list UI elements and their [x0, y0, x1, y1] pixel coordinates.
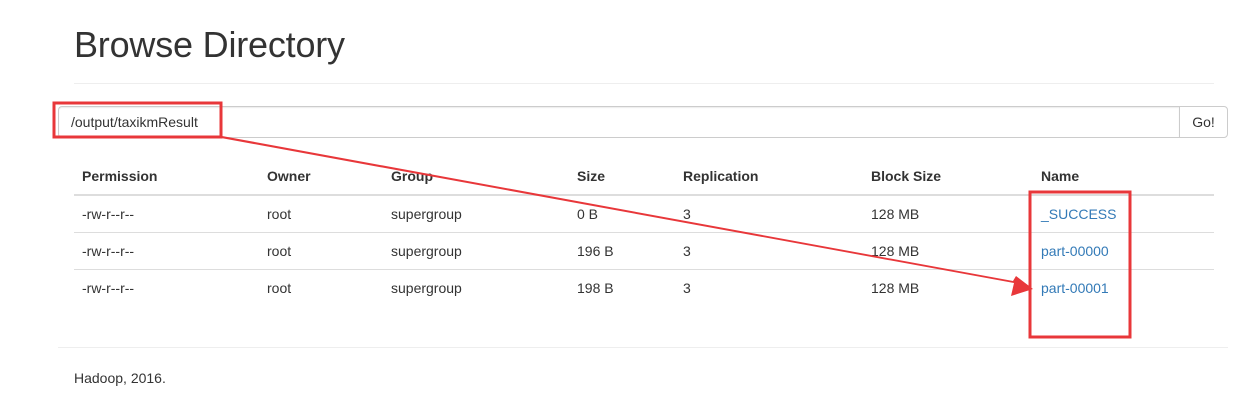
column-header-name[interactable]: Name	[1033, 158, 1214, 196]
cell-group: supergroup	[383, 232, 569, 270]
footer-divider	[58, 347, 1228, 348]
cell-size: 0 B	[577, 206, 599, 222]
path-input[interactable]	[58, 106, 1179, 138]
file-link[interactable]: part-00000	[1041, 243, 1109, 259]
cell-block-size: 128 MB	[871, 206, 920, 222]
title-divider	[74, 83, 1214, 84]
column-header-block-size[interactable]: Block Size	[863, 158, 1033, 196]
cell-replication: 3	[683, 206, 691, 222]
cell-name: _SUCCESS	[1033, 195, 1214, 233]
cell-block-size: 128 MB	[863, 232, 1033, 270]
cell-owner: root	[259, 269, 383, 306]
table-row: -rw-r--r-- root supergroup 198 B 3 128 M…	[74, 269, 1214, 306]
cell-replication: 3	[675, 269, 863, 306]
column-header-group[interactable]: Group	[383, 158, 569, 196]
file-link[interactable]: _SUCCESS	[1041, 206, 1116, 222]
cell-name: part-00000	[1033, 232, 1214, 270]
path-bar: Go!	[58, 106, 1228, 138]
footer-text: Hadoop, 2016.	[74, 370, 166, 386]
file-link[interactable]: part-00001	[1041, 280, 1109, 296]
column-header-size[interactable]: Size	[569, 158, 675, 196]
cell-group: supergroup	[391, 206, 462, 222]
cell-permission: -rw-r--r--	[82, 206, 135, 222]
page-title: Browse Directory	[74, 24, 345, 65]
table-header-row: Permission Owner Group Size Replication …	[74, 158, 1214, 196]
go-button[interactable]: Go!	[1179, 106, 1228, 138]
cell-group: supergroup	[383, 269, 569, 306]
column-header-owner[interactable]: Owner	[259, 158, 383, 196]
cell-owner: root	[267, 206, 292, 222]
cell-owner: root	[259, 232, 383, 270]
table-row: -rw-r--r-- root supergroup 196 B 3 128 M…	[74, 232, 1214, 270]
directory-table: Permission Owner Group Size Replication …	[74, 158, 1214, 306]
cell-replication: 3	[675, 232, 863, 270]
column-header-replication[interactable]: Replication	[675, 158, 863, 196]
column-header-permission[interactable]: Permission	[74, 158, 259, 196]
cell-size: 196 B	[569, 232, 675, 270]
cell-permission: -rw-r--r--	[74, 269, 259, 306]
cell-block-size: 128 MB	[863, 269, 1033, 306]
table-row: -rw-r--r-- root supergroup 0 B 3 128 MB …	[74, 195, 1214, 233]
cell-permission: -rw-r--r--	[74, 232, 259, 270]
cell-name: part-00001	[1033, 269, 1214, 306]
cell-size: 198 B	[569, 269, 675, 306]
